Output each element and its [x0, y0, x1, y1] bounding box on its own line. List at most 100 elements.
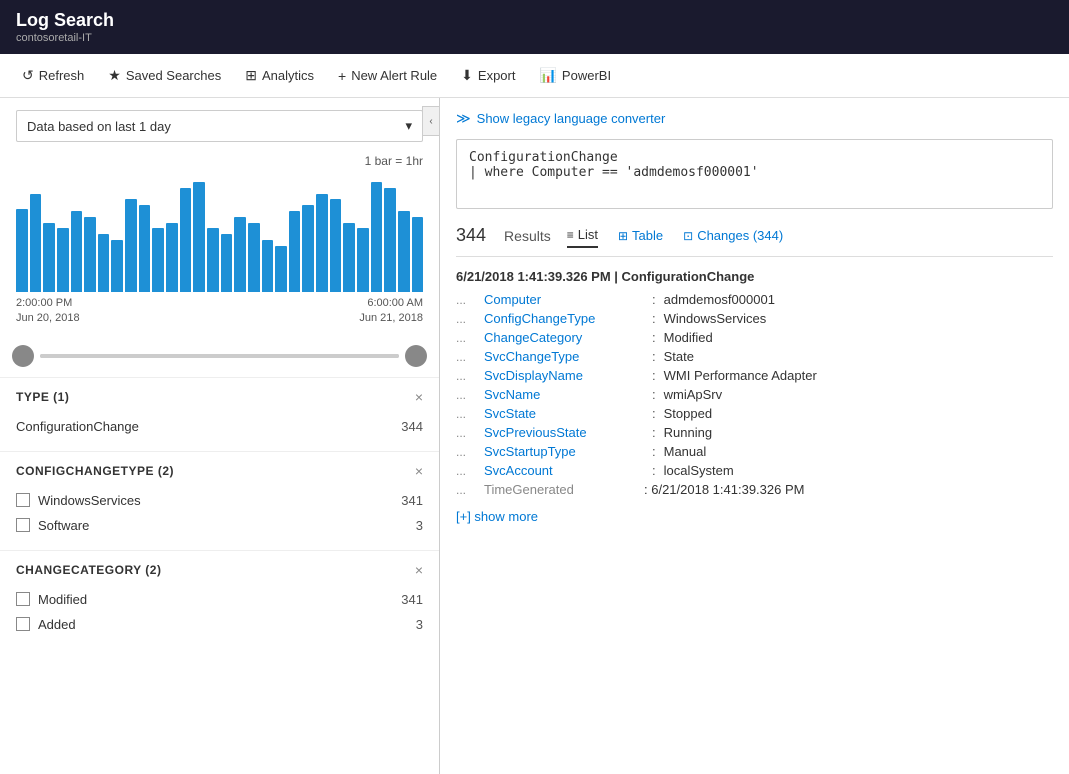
field-dots: ...	[456, 369, 484, 383]
plus-icon: +	[338, 68, 346, 84]
range-track	[40, 354, 399, 358]
result-field: ...SvcChangeType:State	[456, 347, 1053, 366]
right-panel: ≫ Show legacy language converter Configu…	[440, 98, 1069, 774]
table-tab-icon: ⊞	[618, 229, 628, 243]
chart-bar	[16, 209, 28, 292]
app-title: Log Search	[16, 10, 1053, 31]
dropdown-chevron-icon: ▾	[405, 118, 412, 134]
analytics-icon: ⊞	[245, 67, 257, 84]
tab-list[interactable]: ≡List	[567, 223, 598, 248]
chart-bar	[384, 188, 396, 292]
field-dots: ...	[456, 312, 484, 326]
field-name[interactable]: Computer	[484, 292, 644, 307]
filter-item-name[interactable]: Software	[38, 518, 89, 533]
export-button[interactable]: ⬇ Export	[451, 62, 525, 89]
result-field: ...ChangeCategory:Modified	[456, 328, 1053, 347]
chart-bar	[275, 246, 287, 292]
range-handle-right[interactable]	[405, 345, 427, 367]
filter-section-configchangetype: CONFIGCHANGETYPE (2)×WindowsServices341S…	[0, 451, 439, 550]
field-value: admdemosf000001	[664, 292, 775, 307]
filter-item-name[interactable]: WindowsServices	[38, 493, 141, 508]
result-field: ...ConfigChangeType:WindowsServices	[456, 309, 1053, 328]
field-name: TimeGenerated	[484, 482, 644, 497]
field-dots: ...	[456, 350, 484, 364]
chart-bar	[248, 223, 260, 292]
refresh-button[interactable]: ↺ Refresh	[12, 62, 94, 89]
chart-bar	[234, 217, 246, 292]
results-tabs: ≡List ⊞Table ⊡Changes (344)	[567, 223, 783, 248]
powerbi-button[interactable]: 📊 PowerBI	[529, 62, 621, 89]
filter-row: Added 3	[16, 612, 423, 637]
export-icon: ⬇	[461, 67, 473, 84]
field-name[interactable]: SvcChangeType	[484, 349, 644, 364]
filter-row: WindowsServices 341	[16, 488, 423, 513]
field-name[interactable]: SvcPreviousState	[484, 425, 644, 440]
field-value: wmiApSrv	[664, 387, 723, 402]
chart-bar	[71, 211, 83, 292]
filter-title-changecategory: CHANGECATEGORY (2)	[16, 563, 161, 577]
field-name[interactable]: SvcState	[484, 406, 644, 421]
filter-checkbox[interactable]	[16, 617, 30, 631]
field-name[interactable]: ChangeCategory	[484, 330, 644, 345]
chart-bar	[330, 199, 342, 292]
chart-bar	[412, 217, 424, 292]
result-field: ...SvcPreviousState:Running	[456, 423, 1053, 442]
chart-bar	[357, 228, 369, 292]
result-fields: ...Computer:admdemosf000001...ConfigChan…	[456, 290, 1053, 499]
tab-table[interactable]: ⊞Table	[618, 224, 663, 247]
filter-close-changecategory[interactable]: ×	[415, 563, 423, 577]
filter-checkbox[interactable]	[16, 493, 30, 507]
chart-bar	[289, 211, 301, 292]
double-chevron-icon: ≫	[456, 110, 471, 127]
list-tab-icon: ≡	[567, 228, 574, 242]
new-alert-button[interactable]: + New Alert Rule	[328, 63, 447, 89]
collapse-button[interactable]: ‹	[422, 106, 440, 136]
chart-bar	[371, 182, 383, 292]
range-handle-left[interactable]	[12, 345, 34, 367]
field-name[interactable]: SvcAccount	[484, 463, 644, 478]
app-header: Log Search contosoretail-IT	[0, 0, 1069, 54]
result-field: ...SvcAccount:localSystem	[456, 461, 1053, 480]
field-value: localSystem	[664, 463, 734, 478]
result-field: ...SvcStartupType:Manual	[456, 442, 1053, 461]
legacy-converter-link[interactable]: ≫ Show legacy language converter	[456, 110, 1053, 127]
show-more-link[interactable]: [+] show more	[456, 509, 1053, 524]
filter-item-count: 341	[401, 493, 423, 508]
filter-item-count: 3	[416, 518, 423, 533]
chart-bar	[221, 234, 233, 292]
left-panel: ‹ Data based on last 1 day ▾ 1 bar = 1hr…	[0, 98, 440, 774]
filter-close-configchangetype[interactable]: ×	[415, 464, 423, 478]
date-selector[interactable]: Data based on last 1 day ▾	[16, 110, 423, 142]
field-dots: ...	[456, 464, 484, 478]
field-name[interactable]: SvcDisplayName	[484, 368, 644, 383]
chart-xaxis: 2:00:00 PM Jun 20, 2018 6:00:00 AM Jun 2…	[16, 296, 423, 327]
powerbi-icon: 📊	[539, 67, 556, 84]
filter-item-count: 341	[401, 592, 423, 607]
field-value: Running	[664, 425, 712, 440]
chart-bar	[207, 228, 219, 292]
field-name[interactable]: SvcName	[484, 387, 644, 402]
filter-item-name[interactable]: Modified	[38, 592, 87, 607]
filter-checkbox[interactable]	[16, 518, 30, 532]
query-editor[interactable]: ConfigurationChange | where Computer == …	[456, 139, 1053, 209]
result-field: ...SvcState:Stopped	[456, 404, 1053, 423]
filter-row: Software 3	[16, 513, 423, 538]
results-header: 344 Results ≡List⊞Table⊡Changes (344)	[456, 223, 1053, 257]
result-field: ...SvcDisplayName:WMI Performance Adapte…	[456, 366, 1053, 385]
filter-close-type[interactable]: ×	[415, 390, 423, 404]
field-dots: ...	[456, 388, 484, 402]
analytics-button[interactable]: ⊞ Analytics	[235, 62, 324, 89]
field-value: Modified	[664, 330, 713, 345]
field-name[interactable]: SvcStartupType	[484, 444, 644, 459]
saved-searches-button[interactable]: ★ Saved Searches	[98, 62, 231, 89]
filter-section-type: TYPE (1)×ConfigurationChange344	[0, 377, 439, 451]
field-dots: ...	[456, 331, 484, 345]
filter-checkbox[interactable]	[16, 592, 30, 606]
filter-item-count: 3	[416, 617, 423, 632]
chart-bar	[139, 205, 151, 292]
filter-item-name[interactable]: Added	[38, 617, 76, 632]
field-name[interactable]: ConfigChangeType	[484, 311, 644, 326]
filter-row: Modified 341	[16, 587, 423, 612]
tab-changes[interactable]: ⊡Changes (344)	[683, 224, 783, 247]
range-slider[interactable]	[0, 335, 439, 377]
